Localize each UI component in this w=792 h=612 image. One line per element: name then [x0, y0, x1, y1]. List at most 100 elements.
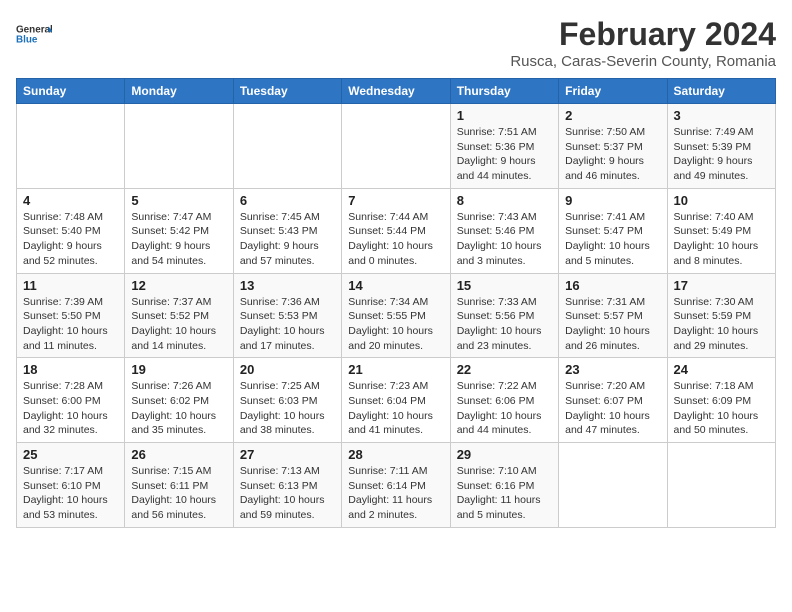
calendar-week-row: 25 Sunrise: 7:17 AMSunset: 6:10 PMDaylig…: [17, 443, 776, 528]
calendar-cell: 29 Sunrise: 7:10 AMSunset: 6:16 PMDaylig…: [450, 443, 558, 528]
calendar-cell: [17, 104, 125, 189]
day-number: 22: [457, 362, 552, 377]
calendar-cell: 6 Sunrise: 7:45 AMSunset: 5:43 PMDayligh…: [233, 188, 341, 273]
day-number: 29: [457, 447, 552, 462]
day-info: Sunrise: 7:22 AMSunset: 6:06 PMDaylight:…: [457, 380, 542, 436]
day-info: Sunrise: 7:44 AMSunset: 5:44 PMDaylight:…: [348, 211, 433, 267]
calendar-cell: 5 Sunrise: 7:47 AMSunset: 5:42 PMDayligh…: [125, 188, 233, 273]
calendar-cell: 9 Sunrise: 7:41 AMSunset: 5:47 PMDayligh…: [559, 188, 667, 273]
day-number: 19: [131, 362, 226, 377]
calendar-cell: 27 Sunrise: 7:13 AMSunset: 6:13 PMDaylig…: [233, 443, 341, 528]
calendar-week-row: 18 Sunrise: 7:28 AMSunset: 6:00 PMDaylig…: [17, 358, 776, 443]
day-info: Sunrise: 7:34 AMSunset: 5:55 PMDaylight:…: [348, 296, 433, 352]
day-number: 24: [674, 362, 769, 377]
calendar-day-header: Monday: [125, 79, 233, 104]
day-number: 13: [240, 278, 335, 293]
day-info: Sunrise: 7:10 AMSunset: 6:16 PMDaylight:…: [457, 465, 541, 521]
day-info: Sunrise: 7:20 AMSunset: 6:07 PMDaylight:…: [565, 380, 650, 436]
logo-svg: General Blue: [16, 16, 52, 52]
day-info: Sunrise: 7:30 AMSunset: 5:59 PMDaylight:…: [674, 296, 759, 352]
day-info: Sunrise: 7:11 AMSunset: 6:14 PMDaylight:…: [348, 465, 432, 521]
day-info: Sunrise: 7:51 AMSunset: 5:36 PMDaylight:…: [457, 126, 537, 182]
calendar-cell: [667, 443, 775, 528]
calendar-cell: 25 Sunrise: 7:17 AMSunset: 6:10 PMDaylig…: [17, 443, 125, 528]
day-info: Sunrise: 7:15 AMSunset: 6:11 PMDaylight:…: [131, 465, 216, 521]
calendar-cell: 21 Sunrise: 7:23 AMSunset: 6:04 PMDaylig…: [342, 358, 450, 443]
title-section: February 2024 Rusca, Caras-Severin Count…: [510, 16, 776, 70]
day-number: 16: [565, 278, 660, 293]
calendar-cell: 1 Sunrise: 7:51 AMSunset: 5:36 PMDayligh…: [450, 104, 558, 189]
calendar-day-header: Tuesday: [233, 79, 341, 104]
calendar-cell: [233, 104, 341, 189]
calendar-table: SundayMondayTuesdayWednesdayThursdayFrid…: [16, 78, 776, 528]
day-number: 23: [565, 362, 660, 377]
day-info: Sunrise: 7:47 AMSunset: 5:42 PMDaylight:…: [131, 211, 211, 267]
calendar-cell: 16 Sunrise: 7:31 AMSunset: 5:57 PMDaylig…: [559, 273, 667, 358]
day-info: Sunrise: 7:43 AMSunset: 5:46 PMDaylight:…: [457, 211, 542, 267]
calendar-week-row: 4 Sunrise: 7:48 AMSunset: 5:40 PMDayligh…: [17, 188, 776, 273]
day-number: 3: [674, 108, 769, 123]
day-number: 8: [457, 193, 552, 208]
calendar-cell: 3 Sunrise: 7:49 AMSunset: 5:39 PMDayligh…: [667, 104, 775, 189]
day-info: Sunrise: 7:39 AMSunset: 5:50 PMDaylight:…: [23, 296, 108, 352]
logo: General Blue: [16, 16, 52, 52]
calendar-cell: 22 Sunrise: 7:22 AMSunset: 6:06 PMDaylig…: [450, 358, 558, 443]
day-info: Sunrise: 7:28 AMSunset: 6:00 PMDaylight:…: [23, 380, 108, 436]
calendar-cell: [342, 104, 450, 189]
calendar-cell: 15 Sunrise: 7:33 AMSunset: 5:56 PMDaylig…: [450, 273, 558, 358]
month-title: February 2024: [510, 16, 776, 53]
calendar-day-header: Saturday: [667, 79, 775, 104]
day-info: Sunrise: 7:45 AMSunset: 5:43 PMDaylight:…: [240, 211, 320, 267]
calendar-week-row: 11 Sunrise: 7:39 AMSunset: 5:50 PMDaylig…: [17, 273, 776, 358]
calendar-cell: [559, 443, 667, 528]
day-number: 11: [23, 278, 118, 293]
calendar-cell: 23 Sunrise: 7:20 AMSunset: 6:07 PMDaylig…: [559, 358, 667, 443]
day-number: 26: [131, 447, 226, 462]
day-info: Sunrise: 7:49 AMSunset: 5:39 PMDaylight:…: [674, 126, 754, 182]
calendar-day-header: Friday: [559, 79, 667, 104]
day-info: Sunrise: 7:41 AMSunset: 5:47 PMDaylight:…: [565, 211, 650, 267]
calendar-day-header: Sunday: [17, 79, 125, 104]
calendar-cell: 13 Sunrise: 7:36 AMSunset: 5:53 PMDaylig…: [233, 273, 341, 358]
day-info: Sunrise: 7:23 AMSunset: 6:04 PMDaylight:…: [348, 380, 433, 436]
calendar-cell: 20 Sunrise: 7:25 AMSunset: 6:03 PMDaylig…: [233, 358, 341, 443]
calendar-cell: 2 Sunrise: 7:50 AMSunset: 5:37 PMDayligh…: [559, 104, 667, 189]
calendar-cell: 19 Sunrise: 7:26 AMSunset: 6:02 PMDaylig…: [125, 358, 233, 443]
day-number: 12: [131, 278, 226, 293]
svg-text:Blue: Blue: [16, 35, 38, 46]
day-info: Sunrise: 7:25 AMSunset: 6:03 PMDaylight:…: [240, 380, 325, 436]
day-info: Sunrise: 7:31 AMSunset: 5:57 PMDaylight:…: [565, 296, 650, 352]
day-number: 2: [565, 108, 660, 123]
calendar-week-row: 1 Sunrise: 7:51 AMSunset: 5:36 PMDayligh…: [17, 104, 776, 189]
day-number: 28: [348, 447, 443, 462]
calendar-cell: 7 Sunrise: 7:44 AMSunset: 5:44 PMDayligh…: [342, 188, 450, 273]
calendar-header-row: SundayMondayTuesdayWednesdayThursdayFrid…: [17, 79, 776, 104]
day-number: 21: [348, 362, 443, 377]
day-info: Sunrise: 7:50 AMSunset: 5:37 PMDaylight:…: [565, 126, 645, 182]
day-number: 18: [23, 362, 118, 377]
day-number: 9: [565, 193, 660, 208]
day-number: 1: [457, 108, 552, 123]
day-info: Sunrise: 7:26 AMSunset: 6:02 PMDaylight:…: [131, 380, 216, 436]
day-info: Sunrise: 7:17 AMSunset: 6:10 PMDaylight:…: [23, 465, 108, 521]
day-number: 14: [348, 278, 443, 293]
day-number: 25: [23, 447, 118, 462]
svg-text:General: General: [16, 25, 52, 36]
location-title: Rusca, Caras-Severin County, Romania: [510, 53, 776, 70]
day-info: Sunrise: 7:37 AMSunset: 5:52 PMDaylight:…: [131, 296, 216, 352]
day-info: Sunrise: 7:40 AMSunset: 5:49 PMDaylight:…: [674, 211, 759, 267]
calendar-cell: 24 Sunrise: 7:18 AMSunset: 6:09 PMDaylig…: [667, 358, 775, 443]
day-number: 20: [240, 362, 335, 377]
page-header: General Blue February 2024 Rusca, Caras-…: [16, 16, 776, 70]
calendar-cell: 26 Sunrise: 7:15 AMSunset: 6:11 PMDaylig…: [125, 443, 233, 528]
calendar-cell: 8 Sunrise: 7:43 AMSunset: 5:46 PMDayligh…: [450, 188, 558, 273]
day-info: Sunrise: 7:13 AMSunset: 6:13 PMDaylight:…: [240, 465, 325, 521]
day-number: 4: [23, 193, 118, 208]
day-number: 7: [348, 193, 443, 208]
day-info: Sunrise: 7:36 AMSunset: 5:53 PMDaylight:…: [240, 296, 325, 352]
calendar-cell: 11 Sunrise: 7:39 AMSunset: 5:50 PMDaylig…: [17, 273, 125, 358]
day-number: 17: [674, 278, 769, 293]
day-number: 10: [674, 193, 769, 208]
calendar-cell: 28 Sunrise: 7:11 AMSunset: 6:14 PMDaylig…: [342, 443, 450, 528]
calendar-cell: [125, 104, 233, 189]
